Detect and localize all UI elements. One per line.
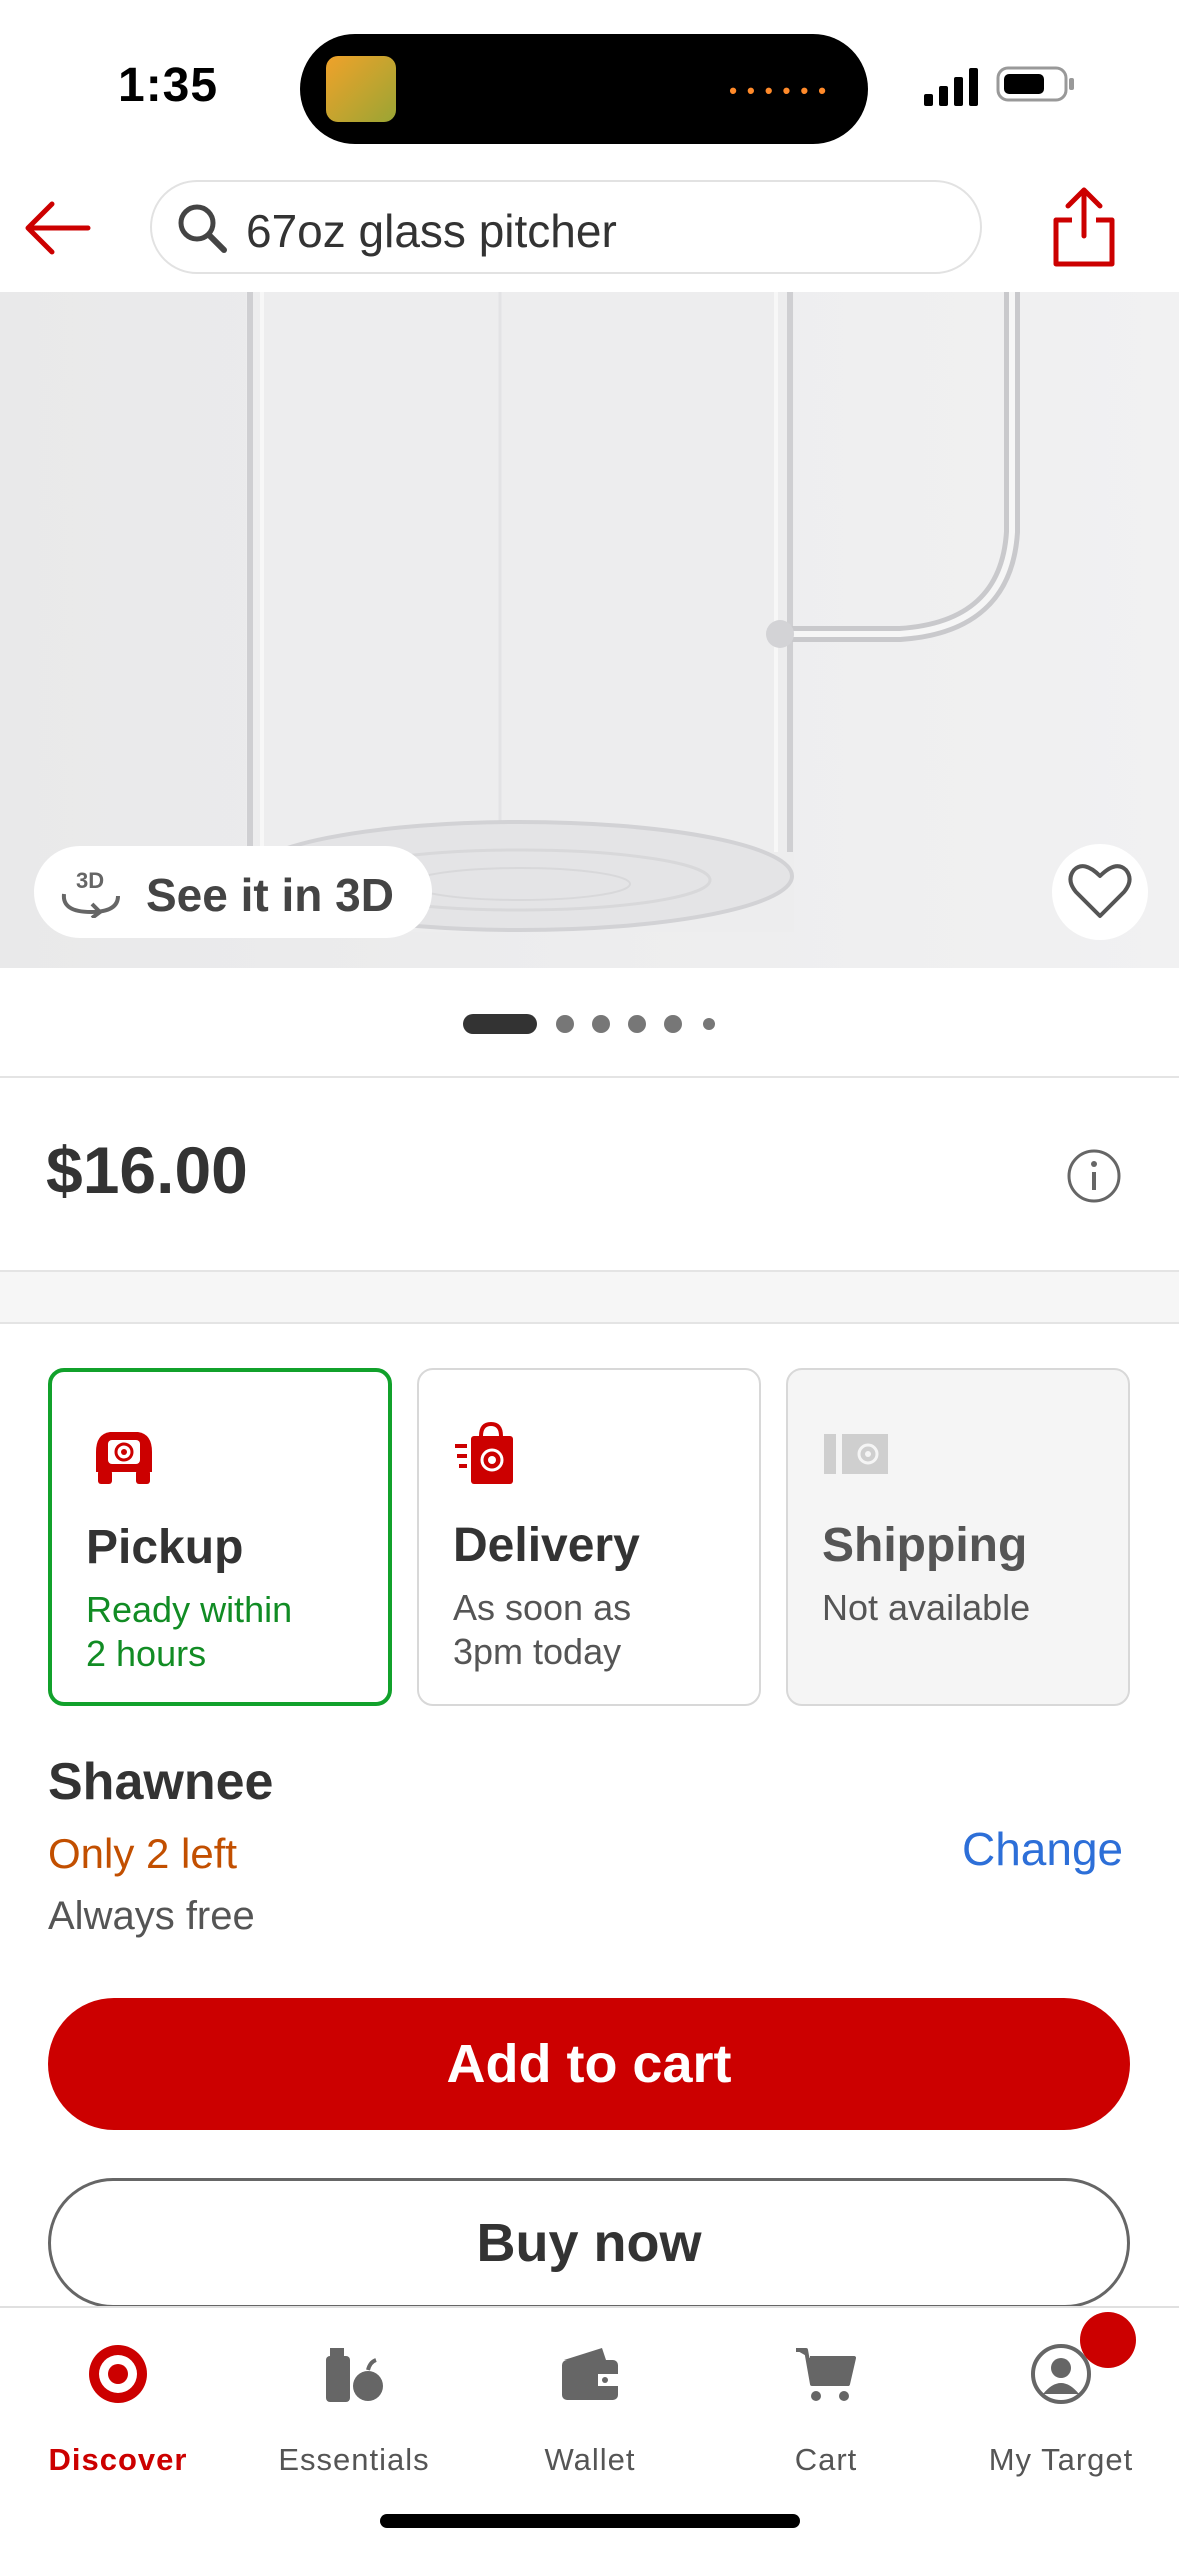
fulfillment-option-shipping[interactable]: Shipping Not available <box>786 1368 1130 1706</box>
tab-wallet[interactable]: Wallet <box>472 2332 708 2482</box>
pickup-car-icon <box>96 1432 152 1484</box>
pickup-cost: Always free <box>48 1894 255 1938</box>
tab-essentials-label: Essentials <box>278 2442 430 2477</box>
wallet-icon <box>562 2348 618 2400</box>
cellular-signal-icon <box>924 68 978 106</box>
fulfillment-option-delivery[interactable]: Delivery As soon as 3pm today <box>417 1368 761 1706</box>
image-carousel-indicator[interactable] <box>0 1006 1179 1042</box>
tab-wallet-label: Wallet <box>544 2442 636 2477</box>
svg-text:3D: 3D <box>76 868 104 893</box>
see-it-in-3d-button[interactable]: 3D See it in 3D <box>34 846 432 938</box>
shipping-box-icon <box>824 1434 888 1474</box>
divider <box>0 1076 1179 1078</box>
share-icon[interactable] <box>1048 184 1120 268</box>
tab-discover-label: Discover <box>48 2442 188 2477</box>
heart-icon <box>1068 864 1132 918</box>
essentials-icon <box>326 2348 383 2402</box>
notification-badge <box>1080 2312 1136 2368</box>
delivery-bag-icon <box>455 1421 513 1484</box>
delivery-title: Delivery <box>453 1519 640 1572</box>
audio-activity-icon: • • • • • • <box>729 78 828 103</box>
change-store-link[interactable]: Change <box>962 1822 1123 1876</box>
pickup-subtitle: Ready within 2 hours <box>86 1589 293 1674</box>
home-indicator[interactable] <box>380 2514 800 2528</box>
tab-my-target[interactable]: My Target <box>943 2332 1179 2482</box>
dynamic-island: • • • • • • <box>300 34 868 144</box>
pickup-title: Pickup <box>86 1521 244 1574</box>
search-icon <box>178 204 227 253</box>
tab-cart[interactable]: Cart <box>708 2332 944 2482</box>
fulfillment-option-pickup[interactable]: Pickup Ready within 2 hours <box>48 1368 392 1706</box>
target-bullseye-icon <box>89 2345 147 2403</box>
delivery-subtitle: As soon as 3pm today <box>453 1587 632 1672</box>
back-arrow-icon[interactable] <box>20 188 100 268</box>
3d-rotate-icon: 3D <box>61 868 120 918</box>
info-icon[interactable] <box>1066 1148 1122 1204</box>
add-to-cart-button[interactable]: Add to cart <box>48 1998 1130 2130</box>
tab-cart-label: Cart <box>794 2442 858 2477</box>
tab-essentials[interactable]: Essentials <box>236 2332 472 2482</box>
status-time: 1:35 <box>118 59 219 112</box>
shipping-subtitle: Not available <box>822 1587 1031 1628</box>
search-query-text: 67oz glass pitcher <box>246 205 617 257</box>
buy-now-button[interactable]: Buy now <box>48 2178 1130 2308</box>
search-input[interactable]: 67oz glass pitcher <box>150 180 982 274</box>
section-separator <box>0 1270 1179 1324</box>
tab-discover[interactable]: Discover <box>0 2332 236 2482</box>
battery-icon <box>996 66 1074 102</box>
store-name: Shawnee <box>48 1753 274 1811</box>
tab-my-target-label: My Target <box>988 2442 1134 2477</box>
product-price: $16.00 <box>46 1133 248 1207</box>
cart-icon <box>796 2348 856 2401</box>
shipping-title: Shipping <box>822 1519 1028 1572</box>
favorite-button[interactable] <box>1052 844 1148 940</box>
now-playing-thumbnail <box>326 56 396 122</box>
stock-status: Only 2 left <box>48 1830 238 1877</box>
see-it-in-3d-label: See it in 3D <box>146 869 394 921</box>
